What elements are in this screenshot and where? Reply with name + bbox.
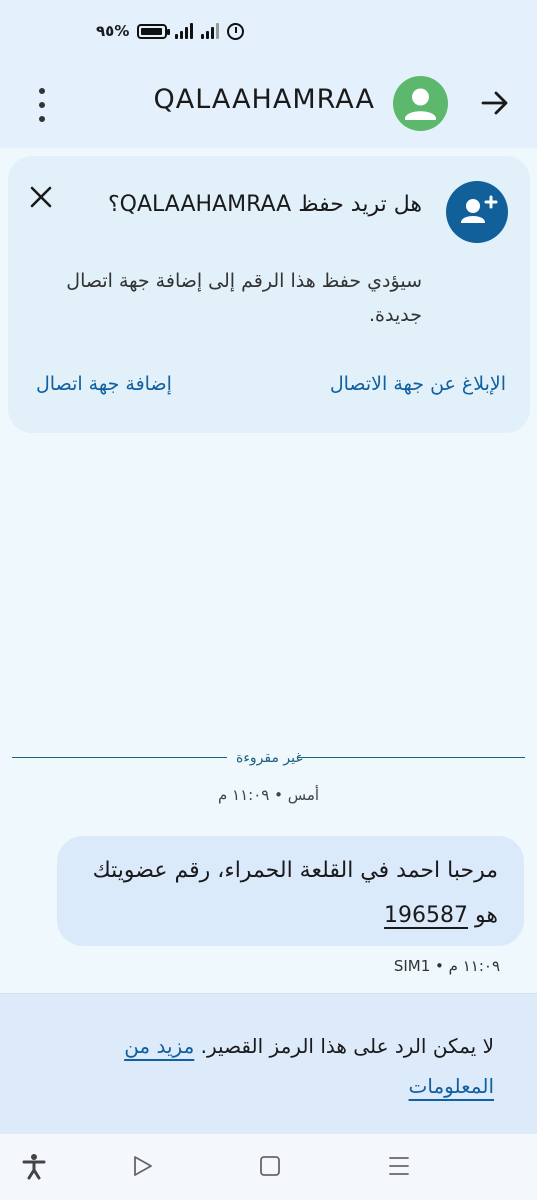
report-contact-button[interactable]: الإبلاغ عن جهة الاتصال bbox=[330, 369, 506, 399]
divider-line bbox=[297, 757, 525, 758]
system-nav-bar bbox=[0, 1134, 537, 1200]
conversation-app-bar: QALAAHAMRAA bbox=[0, 62, 537, 148]
save-prompt-description: سيؤدي حفظ هذا الرقم إلى إضافة جهة اتصال … bbox=[66, 270, 422, 326]
home-square-icon[interactable] bbox=[256, 1152, 284, 1180]
recents-icon[interactable] bbox=[385, 1152, 413, 1180]
add-contact-button[interactable]: إضافة جهة اتصال bbox=[36, 369, 172, 399]
message-meta: ١١:٠٩ م • SIM1 bbox=[393, 957, 500, 975]
unread-label: غير مقروءة bbox=[236, 750, 303, 766]
reply-disabled-message: لا يمكن الرد على هذا الرمز القصير. bbox=[194, 1034, 494, 1058]
back-triangle-icon[interactable] bbox=[128, 1152, 156, 1180]
reply-disabled-bar: لا يمكن الرد على هذا الرمز القصير. مزيد … bbox=[0, 993, 537, 1135]
status-icons: %٩٥ bbox=[96, 22, 245, 40]
alarm-icon bbox=[227, 22, 245, 40]
signal-icon bbox=[175, 23, 194, 39]
save-contact-card: هل تريد حفظ QALAAHAMRAA؟ سيؤدي حفظ هذا ا… bbox=[8, 156, 530, 433]
message-text: مرحبا احمد في القلعة الحمراء، رقم عضويتك… bbox=[68, 848, 498, 938]
contact-title[interactable]: QALAAHAMRAA bbox=[153, 84, 375, 115]
status-bar: %٩٥ bbox=[0, 0, 537, 62]
membership-number-link[interactable]: 196587 bbox=[384, 903, 468, 928]
save-card-actions: الإبلاغ عن جهة الاتصال إضافة جهة اتصال bbox=[36, 369, 506, 399]
accessibility-icon[interactable] bbox=[20, 1152, 48, 1180]
message-bubble[interactable]: مرحبا احمد في القلعة الحمراء، رقم عضويتك… bbox=[57, 836, 524, 946]
message-timestamp: أمس • ١١:٠٩ م bbox=[217, 786, 320, 804]
signal-icon bbox=[201, 23, 220, 39]
save-prompt-title: هل تريد حفظ QALAAHAMRAA؟ bbox=[107, 192, 422, 217]
back-arrow-icon[interactable] bbox=[478, 86, 512, 120]
avatar-person-icon[interactable] bbox=[393, 76, 448, 131]
unread-divider: غير مقروءة bbox=[12, 748, 525, 768]
person-add-icon bbox=[446, 181, 508, 243]
battery-icon bbox=[137, 23, 171, 39]
battery-percent: %٩٥ bbox=[96, 22, 130, 40]
divider-line bbox=[12, 757, 227, 758]
more-vert-icon[interactable] bbox=[34, 88, 50, 122]
reply-disabled-text: لا يمكن الرد على هذا الرمز القصير. مزيد … bbox=[64, 1026, 494, 1106]
